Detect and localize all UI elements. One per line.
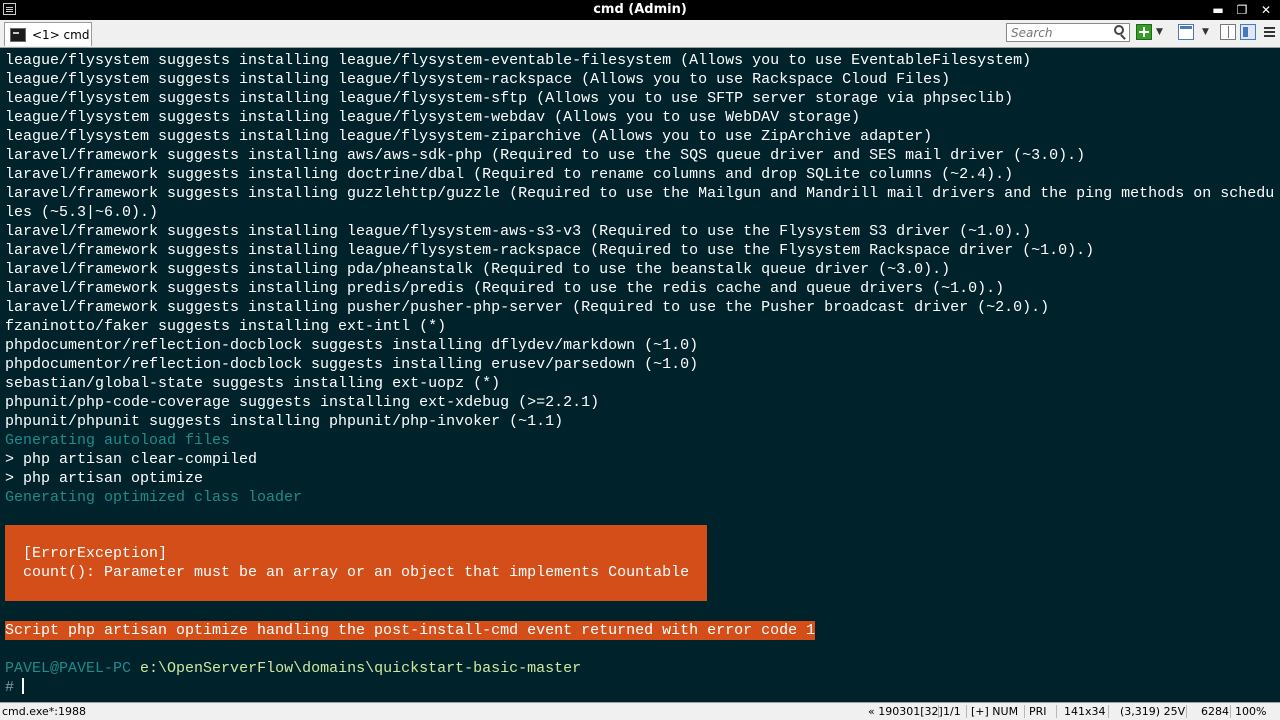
- console-line: laravel/framework suggests installing do…: [5, 166, 1014, 183]
- prompt-line: PAVEL@PAVEL-PC e:\OpenServerFlow\domains…: [5, 659, 581, 678]
- console-line: sebastian/global-state suggests installi…: [5, 375, 501, 392]
- tab-label: <1> cmd: [32, 27, 90, 42]
- status-flags[interactable]: [+] NUM: [971, 703, 1018, 720]
- console-line: les (~5.3|~6.0).): [5, 204, 159, 221]
- text-cursor: [22, 678, 24, 694]
- tab-cmd[interactable]: <1> cmd: [4, 22, 92, 46]
- error-message: count(): Parameter must be an array or a…: [23, 564, 690, 581]
- status-priority[interactable]: PRI: [1029, 703, 1047, 720]
- console-line-info: Generating autoload files: [5, 432, 231, 449]
- prompt-user: PAVEL@PAVEL-PC: [5, 660, 132, 677]
- console-line: phpdocumentor/reflection-docblock sugges…: [5, 356, 699, 373]
- status-cursor-pos[interactable]: (3,319) 25V: [1120, 703, 1185, 720]
- console-line: laravel/framework suggests installing pd…: [5, 261, 951, 278]
- window-controls: ▬ ❐ ✕: [1210, 2, 1274, 18]
- error-title: [ErrorException]: [23, 545, 168, 562]
- console-line: fzaninotto/faker suggests installing ext…: [5, 318, 447, 335]
- prompt-symbol: #: [5, 679, 15, 696]
- console-line-command: > php artisan optimize: [5, 470, 204, 487]
- status-size[interactable]: 141x34: [1064, 703, 1106, 720]
- console-icon: [10, 27, 26, 42]
- console-line: laravel/framework suggests installing pu…: [5, 299, 1050, 316]
- window-title: cmd (Admin): [593, 2, 687, 17]
- panel-icon[interactable]: [1240, 24, 1256, 40]
- search-input[interactable]: [1006, 23, 1130, 42]
- close-button[interactable]: ✕: [1258, 2, 1274, 18]
- console-line-command: > php artisan clear-compiled: [5, 451, 258, 468]
- split-icon[interactable]: [1220, 24, 1236, 40]
- console-line: laravel/framework suggests installing aw…: [5, 147, 1086, 164]
- new-console-dropdown-icon[interactable]: ▼: [1156, 24, 1163, 40]
- status-console-index[interactable]: 1/1: [943, 703, 961, 720]
- window-dropdown-icon[interactable]: ▼: [1202, 24, 1209, 40]
- console-line: laravel/framework suggests installing pr…: [5, 280, 1005, 297]
- prompt-path: e:\OpenServerFlow\domains\quickstart-bas…: [140, 660, 582, 677]
- console-line-info: Generating optimized class loader: [5, 489, 303, 506]
- status-transparency[interactable]: 100%: [1235, 703, 1266, 720]
- console-line: league/flysystem suggests installing lea…: [5, 90, 1014, 107]
- console-line: laravel/framework suggests installing le…: [5, 242, 1095, 259]
- new-console-icon[interactable]: [1136, 24, 1152, 40]
- menu-icon[interactable]: [1262, 24, 1278, 40]
- console-line: laravel/framework suggests installing le…: [5, 223, 1032, 240]
- console-line: phpunit/phpunit suggests installing phpu…: [5, 413, 564, 430]
- console-line: league/flysystem suggests installing lea…: [5, 52, 1032, 69]
- status-process[interactable]: cmd.exe*:1988: [2, 703, 86, 720]
- minimize-button[interactable]: ▬: [1210, 2, 1226, 18]
- status-pid[interactable]: 6284: [1201, 703, 1229, 720]
- console-line: laravel/framework suggests installing gu…: [5, 185, 1275, 202]
- search-icon[interactable]: [1114, 25, 1124, 35]
- console-output[interactable]: league/flysystem suggests installing lea…: [0, 48, 1280, 702]
- status-bar: cmd.exe*:1988 « 190301[32] 1/1 [+] NUM P…: [0, 702, 1280, 720]
- status-build[interactable]: « 190301[32]: [868, 703, 943, 720]
- script-error-line: Script php artisan optimize handling the…: [5, 621, 816, 640]
- console-line: phpunit/php-code-coverage suggests insta…: [5, 394, 600, 411]
- error-block: [ErrorException] count(): Parameter must…: [5, 525, 707, 601]
- console-line: league/flysystem suggests installing lea…: [5, 128, 933, 145]
- window-title-bar: cmd (Admin) ▬ ❐ ✕: [0, 0, 1280, 20]
- restore-button[interactable]: ❐: [1234, 2, 1250, 18]
- window-icon[interactable]: [1178, 24, 1194, 40]
- console-line: phpdocumentor/reflection-docblock sugges…: [5, 337, 699, 354]
- console-line: league/flysystem suggests installing lea…: [5, 71, 951, 88]
- console-line: league/flysystem suggests installing lea…: [5, 109, 861, 126]
